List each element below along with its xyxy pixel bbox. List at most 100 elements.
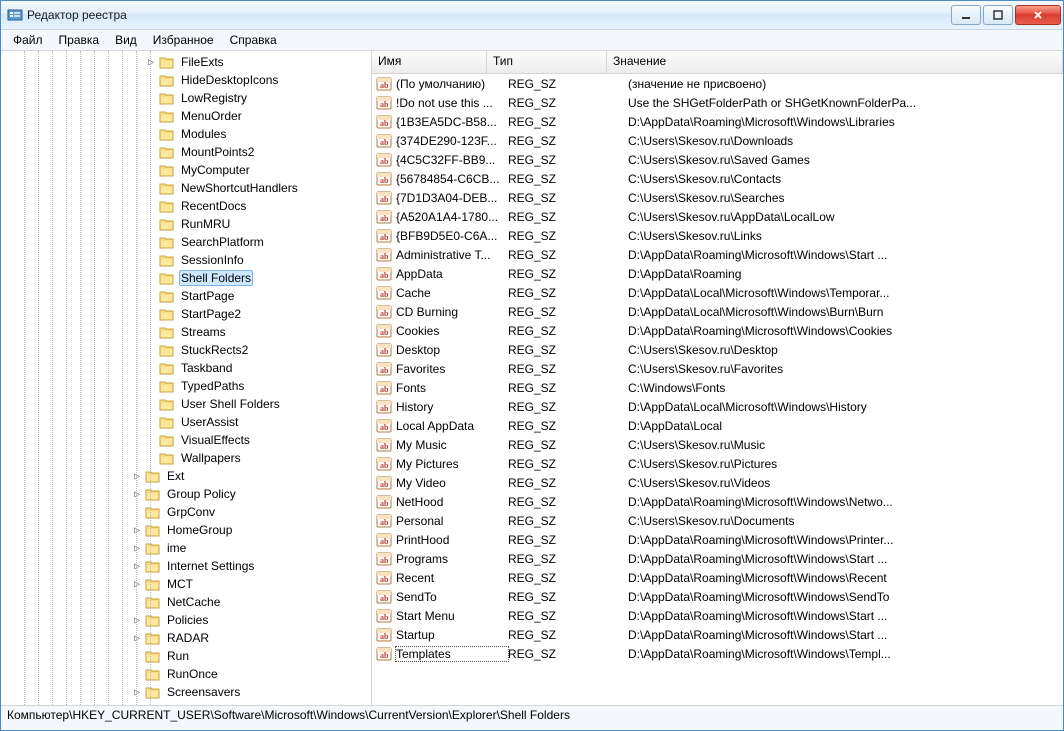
tree-node[interactable]: RunMRU: [5, 215, 371, 233]
tree-pane[interactable]: ▷FileExtsHideDesktopIconsLowRegistryMenu…: [1, 51, 372, 705]
value-row[interactable]: SendToREG_SZD:\AppData\Roaming\Microsoft…: [372, 587, 1063, 606]
expand-icon[interactable]: [131, 650, 143, 662]
expand-icon[interactable]: [131, 506, 143, 518]
expand-icon[interactable]: ▷: [131, 614, 143, 626]
tree-node[interactable]: ▷HomeGroup: [5, 521, 371, 539]
value-row[interactable]: CacheREG_SZD:\AppData\Local\Microsoft\Wi…: [372, 283, 1063, 302]
tree-node[interactable]: User Shell Folders: [5, 395, 371, 413]
value-row[interactable]: FavoritesREG_SZC:\Users\Skesov.ru\Favori…: [372, 359, 1063, 378]
value-row[interactable]: NetHoodREG_SZD:\AppData\Roaming\Microsof…: [372, 492, 1063, 511]
expand-icon[interactable]: [145, 128, 157, 140]
value-row[interactable]: {4C5C32FF-BB9...REG_SZC:\Users\Skesov.ru…: [372, 150, 1063, 169]
value-row[interactable]: ProgramsREG_SZD:\AppData\Roaming\Microso…: [372, 549, 1063, 568]
value-row[interactable]: HistoryREG_SZD:\AppData\Local\Microsoft\…: [372, 397, 1063, 416]
tree-node[interactable]: StuckRects2: [5, 341, 371, 359]
tree-node[interactable]: NetCache: [5, 593, 371, 611]
expand-icon[interactable]: [145, 416, 157, 428]
tree-node[interactable]: Modules: [5, 125, 371, 143]
tree-node[interactable]: ▷Group Policy: [5, 485, 371, 503]
expand-icon[interactable]: [145, 362, 157, 374]
value-row[interactable]: My PicturesREG_SZC:\Users\Skesov.ru\Pict…: [372, 454, 1063, 473]
expand-icon[interactable]: [145, 146, 157, 158]
expand-icon[interactable]: [145, 218, 157, 230]
expand-icon[interactable]: [145, 110, 157, 122]
value-row[interactable]: TemplatesREG_SZD:\AppData\Roaming\Micros…: [372, 644, 1063, 663]
expand-icon[interactable]: [145, 272, 157, 284]
value-row[interactable]: My MusicREG_SZC:\Users\Skesov.ru\Music: [372, 435, 1063, 454]
value-row[interactable]: AppDataREG_SZD:\AppData\Roaming: [372, 264, 1063, 283]
tree-node[interactable]: StartPage: [5, 287, 371, 305]
expand-icon[interactable]: [145, 74, 157, 86]
tree-node[interactable]: SessionInfo: [5, 251, 371, 269]
value-row[interactable]: StartupREG_SZD:\AppData\Roaming\Microsof…: [372, 625, 1063, 644]
tree-node[interactable]: TypedPaths: [5, 377, 371, 395]
expand-icon[interactable]: ▷: [145, 56, 157, 68]
expand-icon[interactable]: [145, 164, 157, 176]
tree-node[interactable]: ▷MCT: [5, 575, 371, 593]
tree-node[interactable]: ▷Policies: [5, 611, 371, 629]
tree-node[interactable]: Taskband: [5, 359, 371, 377]
value-row[interactable]: Start MenuREG_SZD:\AppData\Roaming\Micro…: [372, 606, 1063, 625]
expand-icon[interactable]: ▷: [131, 632, 143, 644]
expand-icon[interactable]: ▷: [131, 560, 143, 572]
expand-icon[interactable]: [131, 668, 143, 680]
value-row[interactable]: Administrative T...REG_SZD:\AppData\Roam…: [372, 245, 1063, 264]
tree-node[interactable]: Wallpapers: [5, 449, 371, 467]
tree-node[interactable]: StartPage2: [5, 305, 371, 323]
close-button[interactable]: [1015, 5, 1061, 25]
tree-node[interactable]: Shell Folders: [5, 269, 371, 287]
value-row[interactable]: !Do not use this ...REG_SZUse the SHGetF…: [372, 93, 1063, 112]
tree-node[interactable]: MountPoints2: [5, 143, 371, 161]
expand-icon[interactable]: ▷: [131, 542, 143, 554]
value-row[interactable]: DesktopREG_SZC:\Users\Skesov.ru\Desktop: [372, 340, 1063, 359]
tree-node[interactable]: SearchPlatform: [5, 233, 371, 251]
value-row[interactable]: Local AppDataREG_SZD:\AppData\Local: [372, 416, 1063, 435]
value-row[interactable]: FontsREG_SZC:\Windows\Fonts: [372, 378, 1063, 397]
value-row[interactable]: My VideoREG_SZC:\Users\Skesov.ru\Videos: [372, 473, 1063, 492]
value-list[interactable]: (По умолчанию)REG_SZ(значение не присвое…: [372, 74, 1063, 705]
value-row[interactable]: {A520A1A4-1780...REG_SZC:\Users\Skesov.r…: [372, 207, 1063, 226]
value-row[interactable]: {7D1D3A04-DEB...REG_SZC:\Users\Skesov.ru…: [372, 188, 1063, 207]
expand-icon[interactable]: [145, 200, 157, 212]
tree-node[interactable]: MyComputer: [5, 161, 371, 179]
tree-node[interactable]: RunOnce: [5, 665, 371, 683]
value-row[interactable]: CD BurningREG_SZD:\AppData\Local\Microso…: [372, 302, 1063, 321]
col-header-name[interactable]: Имя: [372, 51, 487, 73]
menu-favorites[interactable]: Избранное: [145, 31, 222, 49]
minimize-button[interactable]: [951, 5, 981, 25]
expand-icon[interactable]: ▷: [131, 686, 143, 698]
tree-node[interactable]: Run: [5, 647, 371, 665]
menu-file[interactable]: Файл: [5, 31, 51, 49]
tree-node[interactable]: ▷FileExts: [5, 53, 371, 71]
tree-node[interactable]: ▷Ext: [5, 467, 371, 485]
tree-node[interactable]: Streams: [5, 323, 371, 341]
tree-node[interactable]: ▷RADAR: [5, 629, 371, 647]
expand-icon[interactable]: [145, 434, 157, 446]
tree-node[interactable]: MenuOrder: [5, 107, 371, 125]
tree-node[interactable]: RecentDocs: [5, 197, 371, 215]
value-row[interactable]: {374DE290-123F...REG_SZC:\Users\Skesov.r…: [372, 131, 1063, 150]
expand-icon[interactable]: [145, 452, 157, 464]
expand-icon[interactable]: [145, 236, 157, 248]
tree-node[interactable]: VisualEffects: [5, 431, 371, 449]
expand-icon[interactable]: ▷: [131, 578, 143, 590]
tree-node[interactable]: ▷Internet Settings: [5, 557, 371, 575]
value-row[interactable]: PersonalREG_SZC:\Users\Skesov.ru\Documen…: [372, 511, 1063, 530]
tree-node[interactable]: ▷ime: [5, 539, 371, 557]
expand-icon[interactable]: [145, 182, 157, 194]
expand-icon[interactable]: [145, 290, 157, 302]
value-row[interactable]: {BFB9D5E0-C6A...REG_SZC:\Users\Skesov.ru…: [372, 226, 1063, 245]
value-row[interactable]: CookiesREG_SZD:\AppData\Roaming\Microsof…: [372, 321, 1063, 340]
value-row[interactable]: {1B3EA5DC-B58...REG_SZD:\AppData\Roaming…: [372, 112, 1063, 131]
expand-icon[interactable]: [145, 344, 157, 356]
menu-view[interactable]: Вид: [107, 31, 145, 49]
tree-node[interactable]: GrpConv: [5, 503, 371, 521]
col-header-type[interactable]: Тип: [487, 51, 607, 73]
col-header-value[interactable]: Значение: [607, 51, 1063, 73]
titlebar[interactable]: Редактор реестра: [1, 1, 1063, 30]
value-row[interactable]: RecentREG_SZD:\AppData\Roaming\Microsoft…: [372, 568, 1063, 587]
menu-help[interactable]: Справка: [222, 31, 285, 49]
tree-node[interactable]: NewShortcutHandlers: [5, 179, 371, 197]
tree-node[interactable]: UserAssist: [5, 413, 371, 431]
expand-icon[interactable]: [131, 596, 143, 608]
